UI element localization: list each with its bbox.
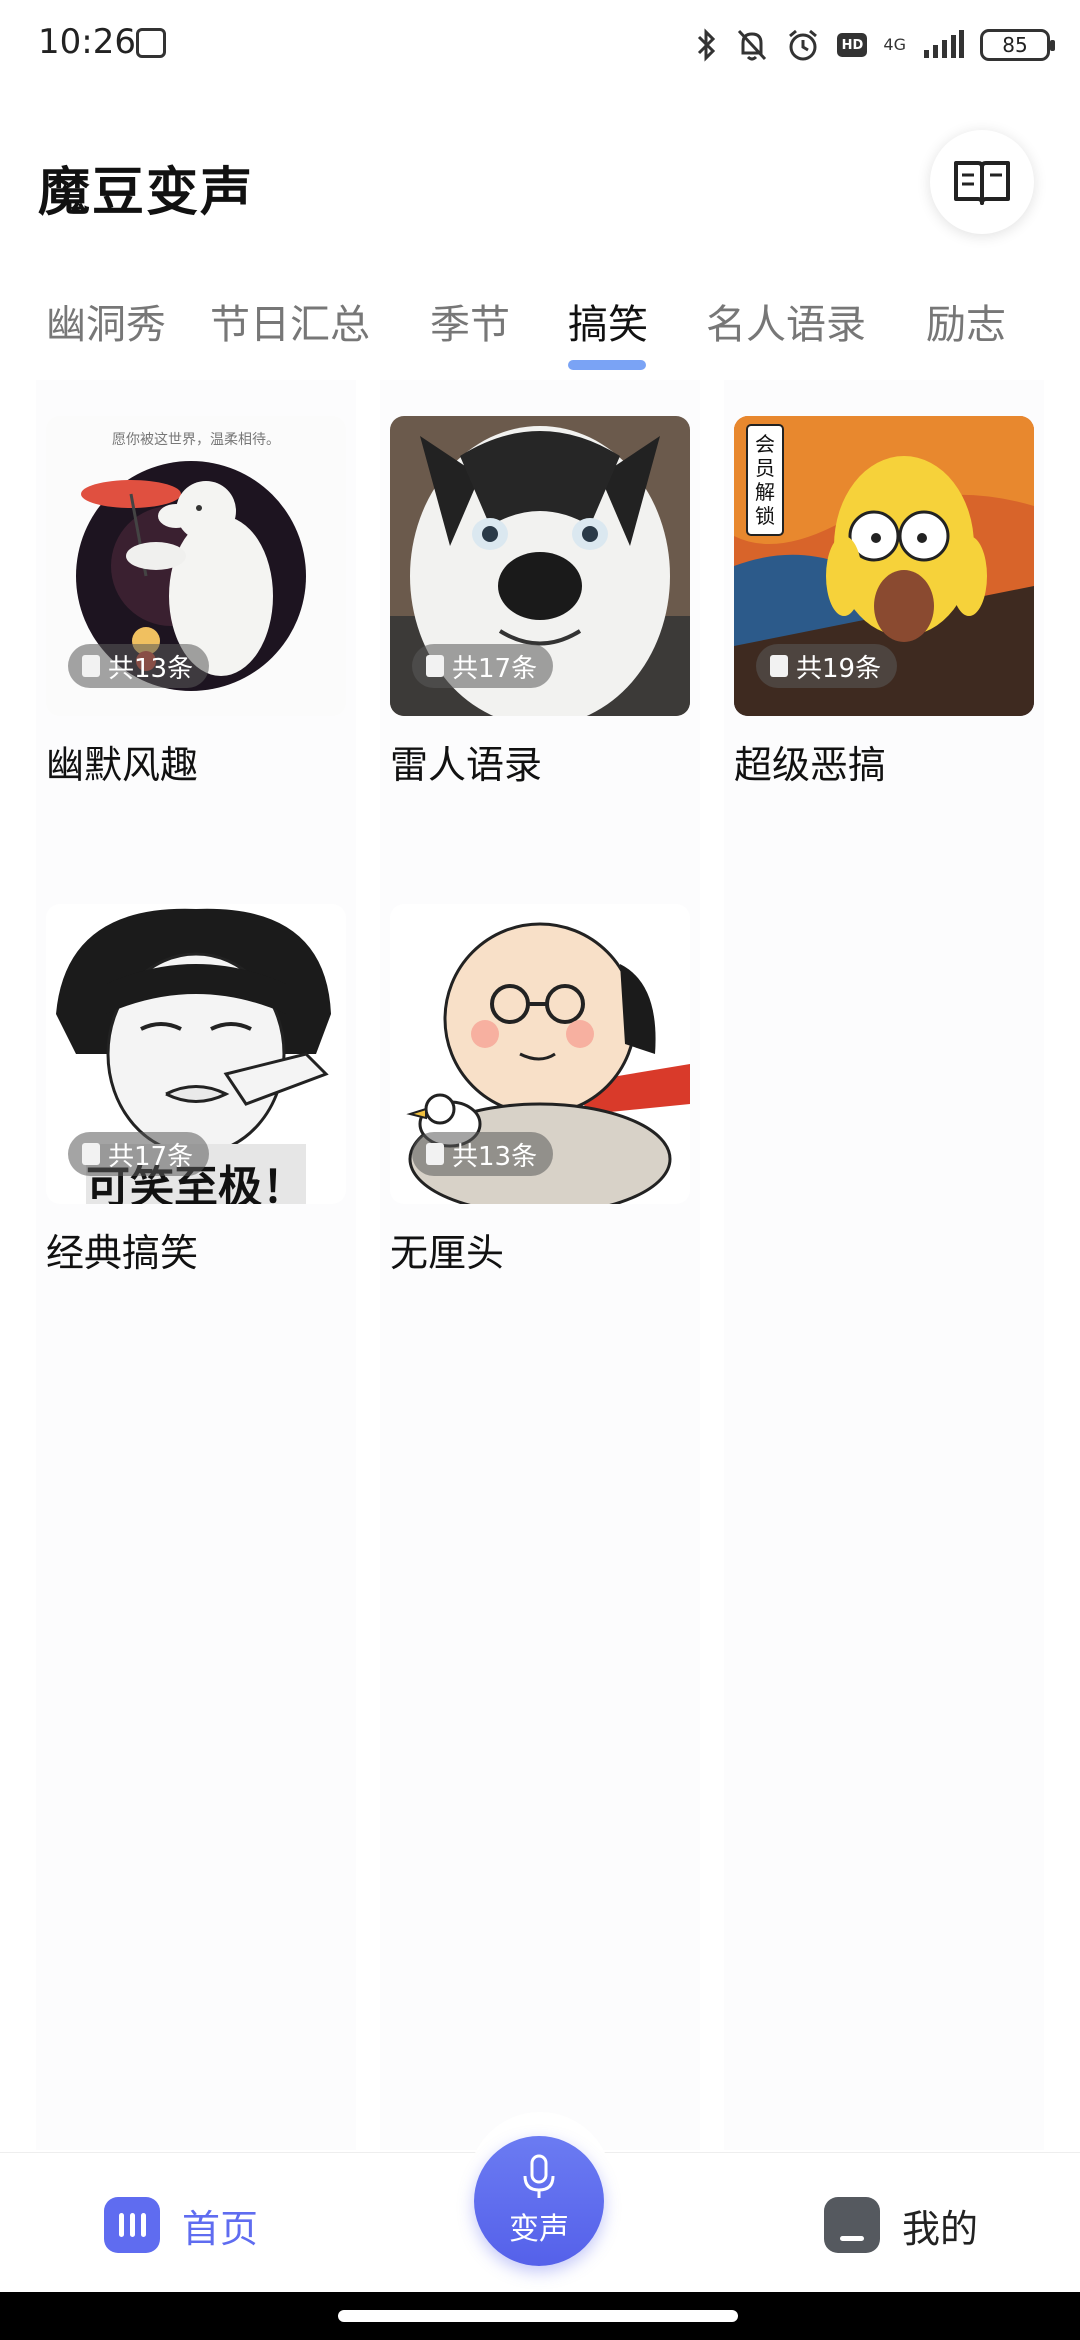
card-title: 雷人语录 — [390, 743, 543, 787]
page-title: 魔豆变声 — [38, 163, 255, 223]
book-mini-icon — [82, 655, 100, 677]
battery-icon: 85 — [980, 29, 1055, 61]
tab-category[interactable]: 名人语录 — [706, 292, 866, 350]
home-icon — [104, 2197, 160, 2253]
count-badge: 共13条 — [68, 644, 210, 688]
vip-unlock-text: 会员解锁 — [755, 432, 775, 528]
svg-text:愿你被这世界，温柔相待。: 愿你被这世界，温柔相待。 — [112, 431, 280, 448]
count-badge: 共19条 — [756, 644, 898, 688]
count-text: 共13条 — [452, 1141, 538, 1172]
card-thumbnail: 可笑至极！ 共17条 — [46, 904, 346, 1204]
tabs-fade-right — [1020, 280, 1080, 380]
nav-mine[interactable]: 我的 — [824, 2197, 978, 2253]
home-indicator[interactable] — [338, 2310, 738, 2322]
profile-icon — [824, 2197, 880, 2253]
hd-icon: HD — [837, 33, 868, 57]
status-time: 10:26 — [38, 22, 136, 62]
tab-category[interactable]: 励志 — [926, 292, 1006, 350]
card-title: 无厘头 — [390, 1231, 505, 1275]
microphone-icon — [523, 2154, 555, 2198]
card-thumbnail: 愿你被这世界，温柔相待。 共13条 — [46, 416, 346, 716]
tab-category[interactable]: 节日汇总 — [210, 292, 370, 350]
nav-home-label: 首页 — [182, 2206, 259, 2251]
signal-icon — [924, 30, 964, 58]
count-text: 共17条 — [108, 1141, 194, 1172]
book-button[interactable] — [930, 130, 1034, 234]
card-title: 超级恶搞 — [734, 743, 887, 787]
tab-category-active[interactable]: 搞笑 — [568, 292, 648, 350]
voice-change-button[interactable]: 变声 — [474, 2136, 604, 2266]
tab-category[interactable]: 季节 — [430, 292, 510, 350]
tabs-fade-left — [0, 280, 40, 380]
vip-unlock-badge: 会员解锁 — [746, 424, 784, 536]
book-mini-icon — [82, 1143, 100, 1165]
tab-category[interactable]: 幽洞秀 — [46, 292, 166, 350]
battery-level: 85 — [1002, 33, 1028, 57]
status-bar: 10:26 HD 4G 85 — [0, 0, 1080, 90]
nav-mine-label: 我的 — [902, 2206, 979, 2251]
card-title: 幽默风趣 — [46, 743, 199, 787]
count-text: 共17条 — [452, 653, 538, 684]
bluetooth-icon — [698, 28, 716, 62]
card-thumbnail: 共13条 — [390, 904, 690, 1204]
count-badge: 共13条 — [412, 1132, 554, 1176]
mute-icon — [738, 29, 767, 61]
book-icon — [954, 161, 1010, 205]
count-text: 共19条 — [796, 653, 882, 684]
system-nav-bar — [0, 2292, 1080, 2340]
voice-change-label: 变声 — [509, 2212, 569, 2247]
book-mini-icon — [426, 655, 444, 677]
alarm-icon — [789, 29, 818, 61]
tab-active-indicator — [568, 360, 646, 370]
count-badge: 共17条 — [68, 1132, 210, 1176]
app-notification-icon — [136, 28, 166, 58]
count-badge: 共17条 — [412, 644, 554, 688]
nav-home[interactable]: 首页 — [104, 2197, 258, 2253]
category-tabs: 幽洞秀 节日汇总 季节 搞笑 名人语录 励志 — [0, 280, 1080, 380]
network-label: 4G — [883, 37, 906, 53]
card-thumbnail: 共17条 — [390, 416, 690, 716]
card-thumbnail: 会员解锁 共19条 — [734, 416, 1034, 716]
status-icons: HD 4G 85 — [695, 20, 1055, 70]
count-text: 共13条 — [108, 653, 194, 684]
book-mini-icon — [426, 1143, 444, 1165]
book-mini-icon — [770, 655, 788, 677]
card-title: 经典搞笑 — [46, 1231, 199, 1275]
network-type: 4G — [883, 35, 906, 54]
